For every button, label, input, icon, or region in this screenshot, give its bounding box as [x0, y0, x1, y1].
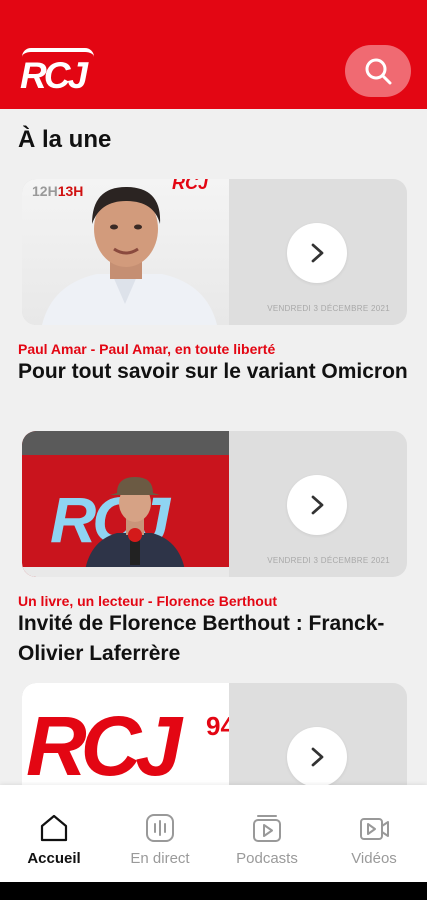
- video-icon: [360, 818, 389, 840]
- article-title[interactable]: Pour tout savoir sur le variant Omicron: [18, 357, 408, 387]
- nav-label: En direct: [130, 850, 190, 867]
- search-icon: [365, 58, 392, 85]
- presenter-photo: [42, 187, 217, 325]
- article-category[interactable]: Paul Amar - Paul Amar, en toute liberté: [18, 341, 275, 357]
- open-article-button[interactable]: [287, 223, 347, 283]
- nav-videos[interactable]: Vidéos: [324, 797, 424, 877]
- section-title: À la une: [18, 126, 112, 153]
- search-button[interactable]: [345, 45, 411, 97]
- guest-photo: [84, 477, 186, 577]
- app-header: RCJ: [0, 0, 427, 109]
- live-icon: [146, 814, 174, 842]
- chevron-right-icon: [311, 243, 324, 263]
- article-category[interactable]: Un livre, un lecteur - Florence Berthout: [18, 593, 277, 609]
- thumb-brand: RCJ: [26, 699, 182, 793]
- thumb-frequency: 94·8: [206, 711, 229, 741]
- article-card[interactable]: RCJ VENDREDI 3 DÉCEMBRE 2021: [22, 431, 407, 577]
- nav-accueil[interactable]: Accueil: [4, 797, 104, 877]
- bottom-navigation: Accueil En direct Podcasts Vidéos: [0, 785, 427, 882]
- nav-en-direct[interactable]: En direct: [110, 797, 210, 877]
- podcast-icon: [253, 815, 281, 842]
- chevron-right-icon: [311, 495, 324, 515]
- nav-label: Vidéos: [351, 850, 397, 867]
- home-icon: [40, 814, 68, 842]
- open-article-button[interactable]: [287, 475, 347, 535]
- rcj-logo[interactable]: RCJ: [20, 44, 96, 98]
- article-title[interactable]: Invité de Florence Berthout : Franck-Oli…: [18, 609, 408, 669]
- nav-podcasts[interactable]: Podcasts: [217, 797, 317, 877]
- open-article-button[interactable]: [287, 727, 347, 787]
- article-thumbnail: RCJ: [22, 431, 229, 577]
- system-navigation-bar: [0, 882, 427, 900]
- nav-label: Podcasts: [236, 850, 298, 867]
- article-thumbnail: 12H13H RCJ: [22, 179, 229, 325]
- logo-text: RCJ: [20, 55, 88, 96]
- article-date: VENDREDI 3 DÉCEMBRE 2021: [267, 304, 390, 313]
- article-date: VENDREDI 3 DÉCEMBRE 2021: [267, 556, 390, 565]
- nav-label: Accueil: [27, 850, 81, 867]
- article-card[interactable]: 12H13H RCJ VENDREDI 3 DÉCEMBRE 2021: [22, 179, 407, 325]
- chevron-right-icon: [311, 747, 324, 767]
